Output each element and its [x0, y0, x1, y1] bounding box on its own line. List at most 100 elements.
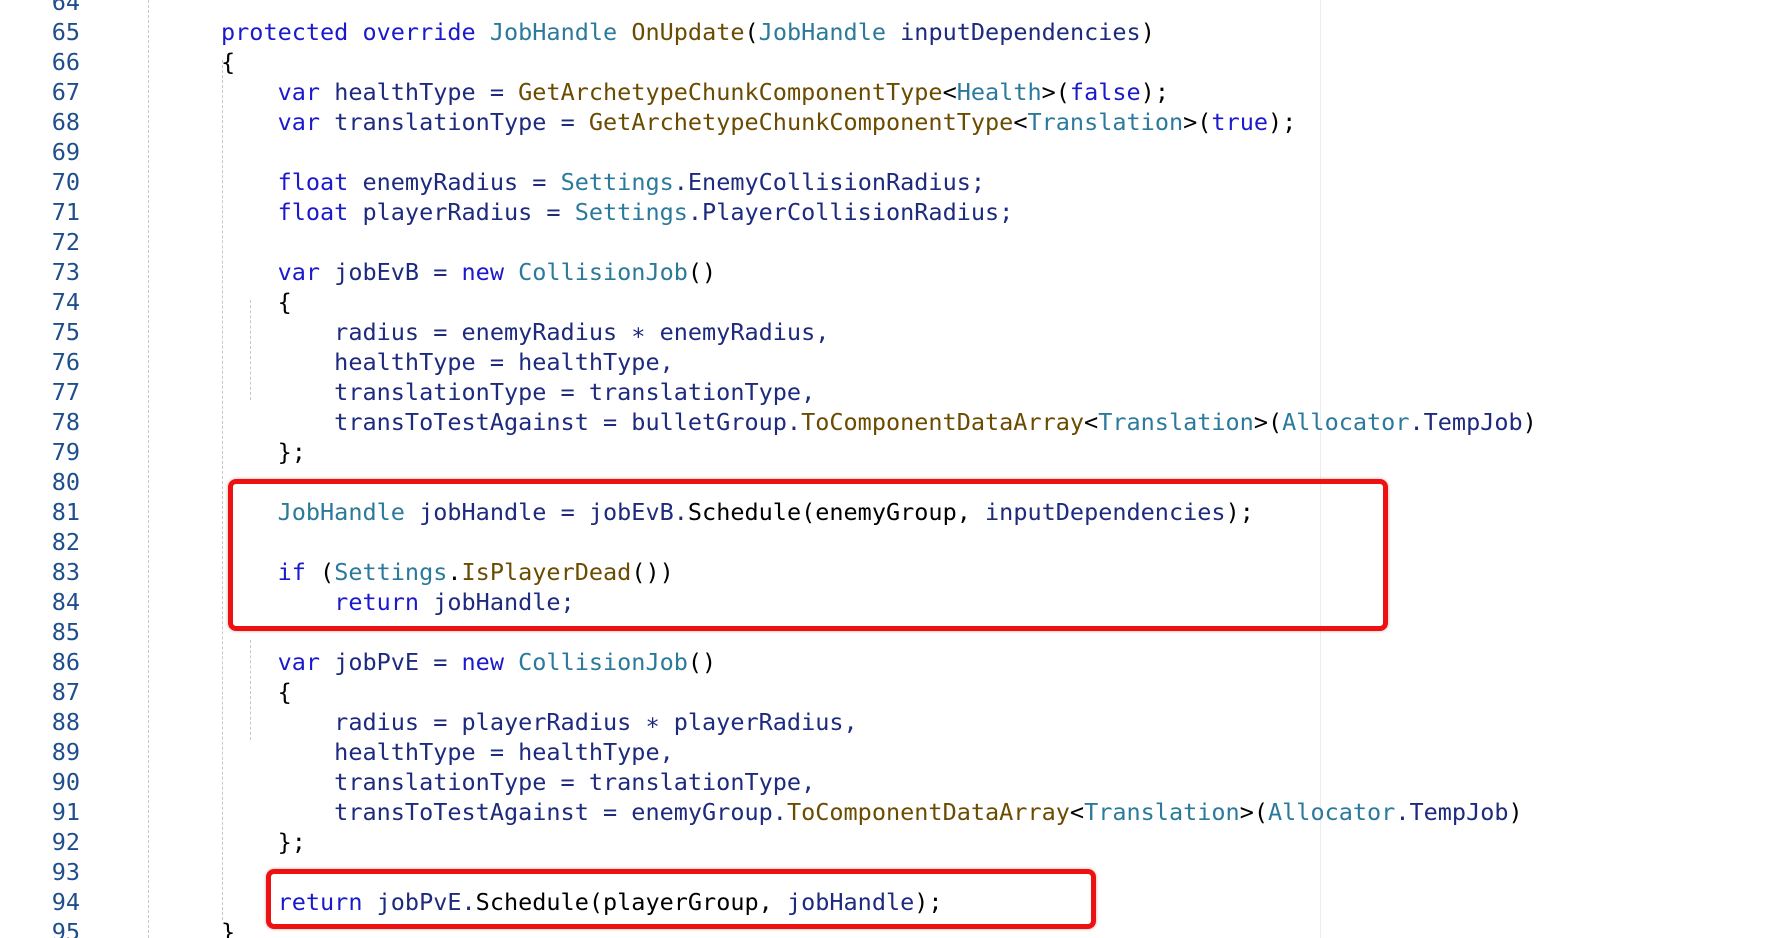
code-line[interactable]: 87 { [0, 677, 1792, 707]
code-line[interactable]: 86 var jobPvE = new CollisionJob() [0, 647, 1792, 677]
code-token: GetArchetypeChunkComponentType [518, 78, 943, 106]
code-token: transToTestAgainst = bulletGroup. [221, 408, 802, 436]
code-line[interactable]: 69 [0, 137, 1792, 167]
code-token: radius = enemyRadius ∗ enemyRadius, [221, 318, 830, 346]
code-token: float [221, 168, 349, 196]
code-line[interactable]: 68 var translationType = GetArchetypeChu… [0, 107, 1792, 137]
code-line[interactable]: 91 transToTestAgainst = enemyGroup.ToCom… [0, 797, 1792, 827]
code-text: translationType = translationType, [221, 377, 815, 407]
code-token: ToComponentDataArray [801, 408, 1085, 436]
line-number: 79 [51, 438, 80, 466]
code-token: playerRadius = [348, 198, 575, 226]
line-number: 77 [51, 378, 80, 406]
code-text: healthType = healthType, [221, 737, 674, 767]
line-number: 89 [51, 738, 80, 766]
code-line[interactable]: 77 translationType = translationType, [0, 377, 1792, 407]
line-number: 88 [51, 708, 80, 736]
code-token: CollisionJob [518, 648, 688, 676]
code-text: translationType = translationType, [221, 767, 815, 797]
code-editor[interactable]: 64 65 protected override JobHandle OnUpdat… [0, 0, 1792, 938]
code-token: Translation [1027, 108, 1184, 136]
code-token: ) [1140, 18, 1155, 46]
line-number: 91 [51, 798, 80, 826]
code-token: .TempJob [1395, 798, 1509, 826]
code-token: < [1069, 798, 1085, 826]
code-line[interactable]: 78 transToTestAgainst = bulletGroup.ToCo… [0, 407, 1792, 437]
code-token: radius = playerRadius ∗ playerRadius, [221, 708, 858, 736]
code-token: translationType = [320, 108, 589, 136]
code-token: Allocator [1282, 408, 1410, 436]
code-line[interactable]: 90 translationType = translationType, [0, 767, 1792, 797]
code-token: true [1211, 108, 1269, 136]
code-line[interactable]: 71 float playerRadius = Settings.PlayerC… [0, 197, 1792, 227]
code-token: Health [956, 78, 1042, 106]
line-number: 84 [51, 588, 80, 616]
code-token: () [687, 258, 717, 286]
code-token: healthType = [320, 78, 519, 106]
line-number: 85 [51, 618, 80, 646]
code-token: >( [1253, 408, 1283, 436]
code-token: JobHandle [758, 18, 887, 46]
code-line[interactable]: 66 { [0, 47, 1792, 77]
code-token: .EnemyCollisionRadius; [673, 168, 986, 196]
code-text: }; [221, 827, 306, 857]
code-text: transToTestAgainst = bulletGroup.ToCompo… [221, 407, 1537, 437]
code-line[interactable]: 72 [0, 227, 1792, 257]
code-line[interactable]: 70 float enemyRadius = Settings.EnemyCol… [0, 167, 1792, 197]
code-token: Settings [560, 168, 674, 196]
code-line[interactable]: 88 radius = playerRadius ∗ playerRadius, [0, 707, 1792, 737]
line-number: 72 [51, 228, 80, 256]
code-line[interactable]: 75 radius = enemyRadius ∗ enemyRadius, [0, 317, 1792, 347]
line-number: 78 [51, 408, 80, 436]
code-token: .PlayerCollisionRadius; [687, 198, 1014, 226]
code-token: transToTestAgainst = enemyGroup. [221, 798, 787, 826]
code-token: healthType = healthType, [221, 348, 674, 376]
line-number: 82 [51, 528, 80, 556]
code-line[interactable]: 92 }; [0, 827, 1792, 857]
code-token: JobHandle [489, 18, 618, 46]
code-text: } [221, 917, 235, 938]
code-text: var translationType = GetArchetypeChunkC… [221, 107, 1297, 137]
code-text: var healthType = GetArchetypeChunkCompon… [221, 77, 1169, 107]
line-number: 92 [51, 828, 80, 856]
code-line[interactable]: 64 [0, 0, 1792, 17]
code-token: < [942, 78, 957, 106]
code-token: ); [1140, 78, 1169, 106]
code-token: } [221, 918, 236, 938]
line-number: 64 [51, 0, 80, 16]
code-token: protected override [221, 18, 490, 46]
code-token: jobPvE = [320, 648, 462, 676]
code-token: var [221, 258, 321, 286]
code-line[interactable]: 89 healthType = healthType, [0, 737, 1792, 767]
code-token: { [221, 288, 292, 316]
code-line[interactable]: 73 var jobEvB = new CollisionJob() [0, 257, 1792, 287]
code-token: < [1084, 408, 1099, 436]
line-number: 90 [51, 768, 80, 796]
code-token: ) [1522, 408, 1537, 436]
code-token: .TempJob [1409, 408, 1523, 436]
line-number: 76 [51, 348, 80, 376]
line-number: 94 [51, 888, 80, 916]
code-text: transToTestAgainst = enemyGroup.ToCompon… [221, 797, 1523, 827]
code-token: >( [1183, 108, 1212, 136]
code-token: Allocator [1268, 798, 1396, 826]
code-token: Settings [574, 198, 688, 226]
code-line[interactable]: 74 { [0, 287, 1792, 317]
code-token: }; [221, 438, 306, 466]
line-number: 69 [51, 138, 80, 166]
code-line[interactable]: 65 protected override JobHandle OnUpdate(… [0, 17, 1792, 47]
line-number: 86 [51, 648, 80, 676]
code-token: var [221, 648, 321, 676]
code-line[interactable]: 67 var healthType = GetArchetypeChunkCom… [0, 77, 1792, 107]
code-text: { [221, 47, 235, 77]
code-line[interactable]: 76 healthType = healthType, [0, 347, 1792, 377]
code-token: Translation [1084, 798, 1240, 826]
code-text: float playerRadius = Settings.PlayerColl… [221, 197, 1014, 227]
line-number: 80 [51, 468, 80, 496]
code-text: }; [221, 437, 306, 467]
code-token: Translation [1098, 408, 1254, 436]
code-token: float [221, 198, 349, 226]
code-token: inputDependencies [886, 18, 1141, 46]
code-text: radius = playerRadius ∗ playerRadius, [221, 707, 858, 737]
code-line[interactable]: 79 }; [0, 437, 1792, 467]
